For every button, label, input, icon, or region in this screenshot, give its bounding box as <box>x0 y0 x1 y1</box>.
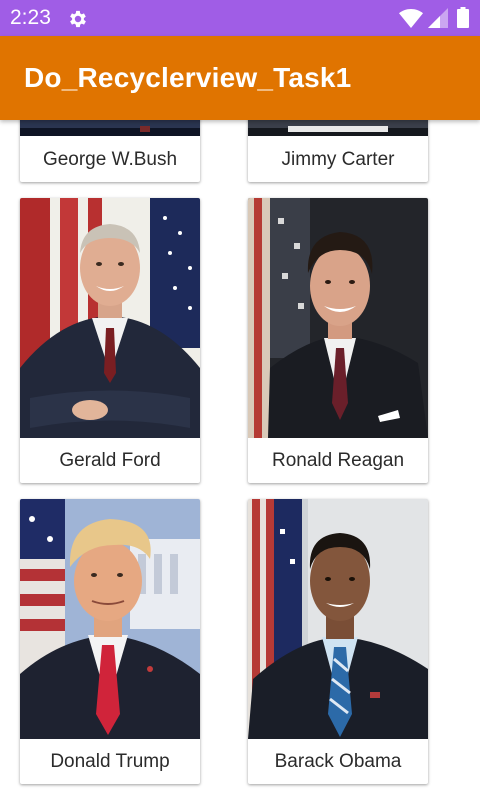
president-card-reagan[interactable]: Ronald Reagan <box>248 198 428 483</box>
president-name: Ronald Reagan <box>271 450 405 471</box>
gear-icon <box>70 10 86 28</box>
president-name: George W.Bush <box>42 149 178 170</box>
signal-icon <box>428 8 448 28</box>
wifi-icon <box>399 9 423 28</box>
president-name: Jimmy Carter <box>281 149 395 170</box>
president-photo-ford <box>20 198 200 438</box>
president-card-trump[interactable]: Donald Trump <box>20 499 200 784</box>
battery-icon <box>457 7 469 28</box>
recycler-list[interactable]: George W.Bush Jimmy Carter Gerald Ford R… <box>0 120 480 800</box>
president-name: Gerald Ford <box>59 450 161 471</box>
president-photo-reagan <box>248 198 428 438</box>
president-name: Barack Obama <box>274 751 402 772</box>
app-title: Do_Recyclerview_Task1 <box>24 62 352 93</box>
president-photo-bush <box>20 120 200 136</box>
president-card-bush[interactable]: George W.Bush <box>20 120 200 182</box>
status-time: 2:23 <box>10 6 51 29</box>
president-photo-obama <box>248 499 428 739</box>
president-name: Donald Trump <box>50 751 170 772</box>
status-bar: 2:23 <box>0 0 480 36</box>
president-photo-trump <box>20 499 200 739</box>
president-card-ford[interactable]: Gerald Ford <box>20 198 200 483</box>
app-bar: Do_Recyclerview_Task1 <box>0 36 480 120</box>
president-photo-carter <box>248 120 428 136</box>
president-card-obama[interactable]: Barack Obama <box>248 499 428 784</box>
president-card-carter[interactable]: Jimmy Carter <box>248 120 428 182</box>
